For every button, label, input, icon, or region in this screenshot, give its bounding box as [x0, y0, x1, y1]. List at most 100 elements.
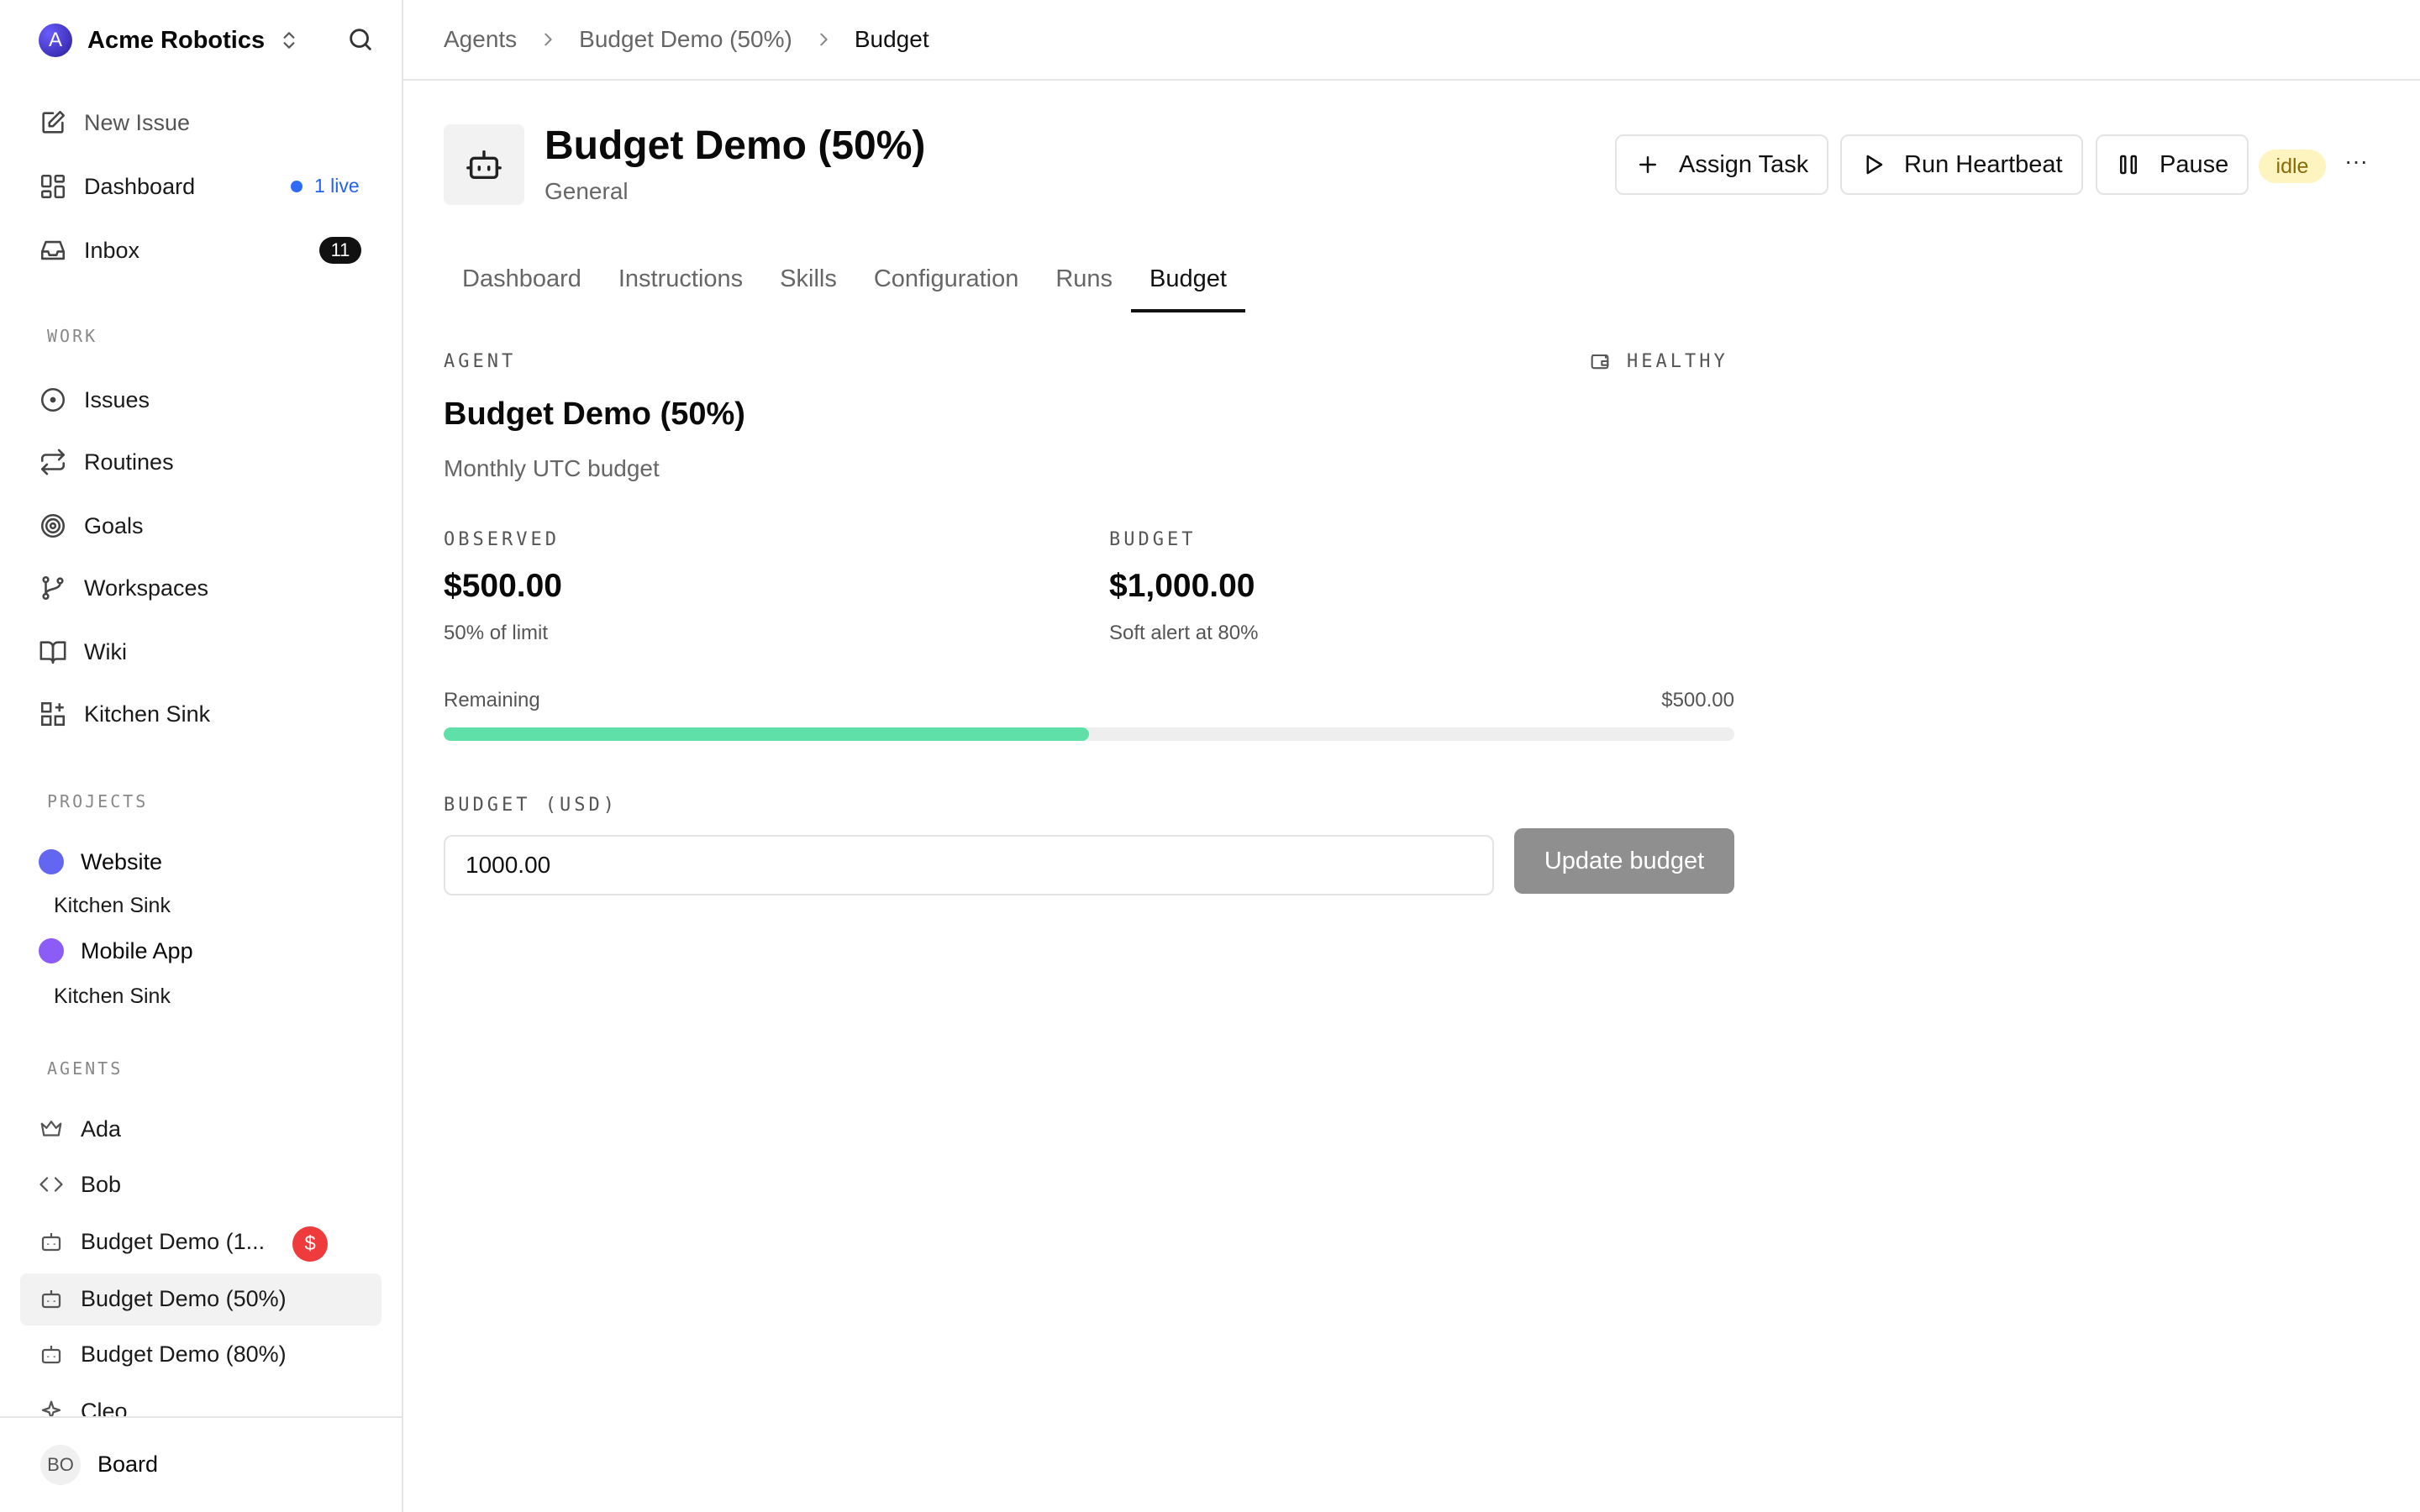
pause-icon: [2116, 152, 2160, 177]
more-options-icon[interactable]: ···: [2344, 148, 2368, 175]
live-dot: [291, 180, 302, 192]
button-label: Pause: [2160, 150, 2229, 178]
inbox-count-badge: 11: [319, 237, 361, 264]
agent-budget-demo-100[interactable]: Budget Demo (1...: [39, 1225, 265, 1258]
breadcrumb: Agents Budget Demo (50%) Budget: [403, 0, 2420, 81]
nav-label: Kitchen Sink: [84, 701, 211, 727]
nav-label: New Issue: [84, 109, 191, 135]
agent-budget-demo-50[interactable]: Budget Demo (50%): [39, 1282, 287, 1315]
budget-amount: $1,000.00: [1109, 568, 1255, 604]
agent-ada[interactable]: Ada: [39, 1112, 121, 1146]
play-icon: [1860, 152, 1904, 177]
bot-icon: [39, 1341, 64, 1367]
nav-routines[interactable]: Routines: [39, 445, 174, 479]
project-color-dot: [39, 849, 64, 874]
agent-avatar: [444, 124, 524, 205]
bot-icon: [39, 1286, 64, 1311]
tab-configuration[interactable]: Configuration: [855, 260, 1038, 312]
health-status: HEALTHY: [1588, 349, 1728, 373]
project-website[interactable]: Website: [39, 845, 162, 879]
tab-skills[interactable]: Skills: [761, 260, 855, 312]
observed-note: 50% of limit: [444, 622, 549, 644]
chevron-up-down-icon: [278, 29, 300, 51]
live-indicator: 1 live: [291, 175, 360, 197]
agent-name: Ada: [81, 1116, 122, 1142]
nav-issues[interactable]: Issues: [39, 383, 150, 417]
run-heartbeat-button[interactable]: Run Heartbeat: [1840, 134, 2083, 195]
nav-workspaces[interactable]: Workspaces: [39, 571, 208, 605]
git-branch-icon: [39, 574, 67, 602]
repeat-icon: [39, 448, 67, 476]
project-sub-item[interactable]: Kitchen Sink: [54, 894, 171, 918]
project-name: Website: [81, 848, 163, 874]
project-mobile-app[interactable]: Mobile App: [39, 934, 193, 968]
live-label: 1 live: [314, 175, 360, 197]
nav-label: Routines: [84, 449, 174, 475]
nav-label: Issues: [84, 386, 150, 412]
remaining-label: Remaining: [444, 689, 540, 711]
tab-budget[interactable]: Budget: [1131, 260, 1245, 312]
tab-instructions[interactable]: Instructions: [600, 260, 761, 312]
workspace-switcher[interactable]: A Acme Robotics: [39, 22, 375, 59]
nav-dashboard[interactable]: Dashboard: [39, 170, 195, 203]
nav-label: Dashboard: [84, 173, 196, 199]
section-label-work: WORK: [47, 326, 98, 346]
target-icon: [39, 512, 67, 540]
section-label-projects: PROJECTS: [47, 791, 149, 811]
project-sub-item[interactable]: Kitchen Sink: [54, 984, 171, 1009]
budget-progress-fill: [444, 727, 1089, 741]
pause-button[interactable]: Pause: [2096, 134, 2249, 195]
agent-budget-demo-80[interactable]: Budget Demo (80%): [39, 1337, 287, 1371]
bot-icon: [39, 1229, 64, 1254]
chevron-right-icon: [539, 30, 557, 49]
breadcrumb-agent[interactable]: Budget Demo (50%): [579, 26, 792, 53]
sidebar: A Acme Robotics New Issue Dashboard 1 li…: [0, 0, 403, 1512]
inbox-icon: [39, 236, 67, 265]
budget-warning-badge: $: [292, 1226, 328, 1262]
button-label: Run Heartbeat: [1904, 150, 2063, 178]
board-label: Board: [97, 1452, 159, 1477]
tab-dashboard[interactable]: Dashboard: [444, 260, 600, 312]
nav-inbox[interactable]: Inbox: [39, 234, 139, 267]
observed-amount: $500.00: [444, 568, 562, 604]
remaining-amount: $500.00: [1661, 689, 1734, 711]
update-budget-button[interactable]: Update budget: [1514, 828, 1734, 894]
dashboard-icon: [39, 172, 67, 201]
status-badge: idle: [2259, 150, 2326, 183]
wallet-icon: [1588, 349, 1627, 373]
assign-task-button[interactable]: Assign Task: [1615, 134, 1829, 195]
board-avatar: BO: [40, 1445, 81, 1485]
project-color-dot: [39, 938, 64, 963]
page-subtitle: General: [544, 178, 629, 204]
budget-agent-name: Budget Demo (50%): [444, 396, 745, 432]
crown-icon: [39, 1116, 64, 1142]
project-name: Mobile App: [81, 937, 193, 963]
section-label-agents: AGENTS: [47, 1058, 124, 1079]
tab-runs[interactable]: Runs: [1037, 260, 1131, 312]
nav-kitchen-sink[interactable]: Kitchen Sink: [39, 697, 210, 731]
grid-plus-icon: [39, 700, 67, 728]
bot-icon: [465, 145, 503, 184]
plus-icon: [1635, 152, 1679, 177]
tab-bar: Dashboard Instructions Skills Configurat…: [444, 260, 1245, 312]
nav-goals[interactable]: Goals: [39, 509, 144, 543]
code-icon: [39, 1172, 64, 1197]
budget-period: Monthly UTC budget: [444, 455, 660, 481]
budget-progress-bar: [444, 727, 1734, 741]
nav-label: Workspaces: [84, 575, 209, 601]
workspace-name: Acme Robotics: [87, 26, 266, 54]
breadcrumb-agents[interactable]: Agents: [444, 26, 517, 53]
agent-bob[interactable]: Bob: [39, 1168, 121, 1201]
agent-name: Budget Demo (50%): [81, 1285, 287, 1311]
button-label: Assign Task: [1679, 150, 1809, 178]
scope-label: AGENT: [444, 351, 517, 372]
nav-new-issue[interactable]: New Issue: [39, 106, 190, 139]
search-icon[interactable]: [346, 25, 375, 54]
page-title: Budget Demo (50%): [544, 123, 926, 168]
nav-wiki[interactable]: Wiki: [39, 635, 127, 669]
chevron-right-icon: [814, 30, 833, 49]
book-icon: [39, 638, 67, 666]
agent-name: Bob: [81, 1171, 122, 1197]
sidebar-footer[interactable]: BO Board: [0, 1416, 402, 1512]
budget-input[interactable]: [444, 835, 1494, 895]
